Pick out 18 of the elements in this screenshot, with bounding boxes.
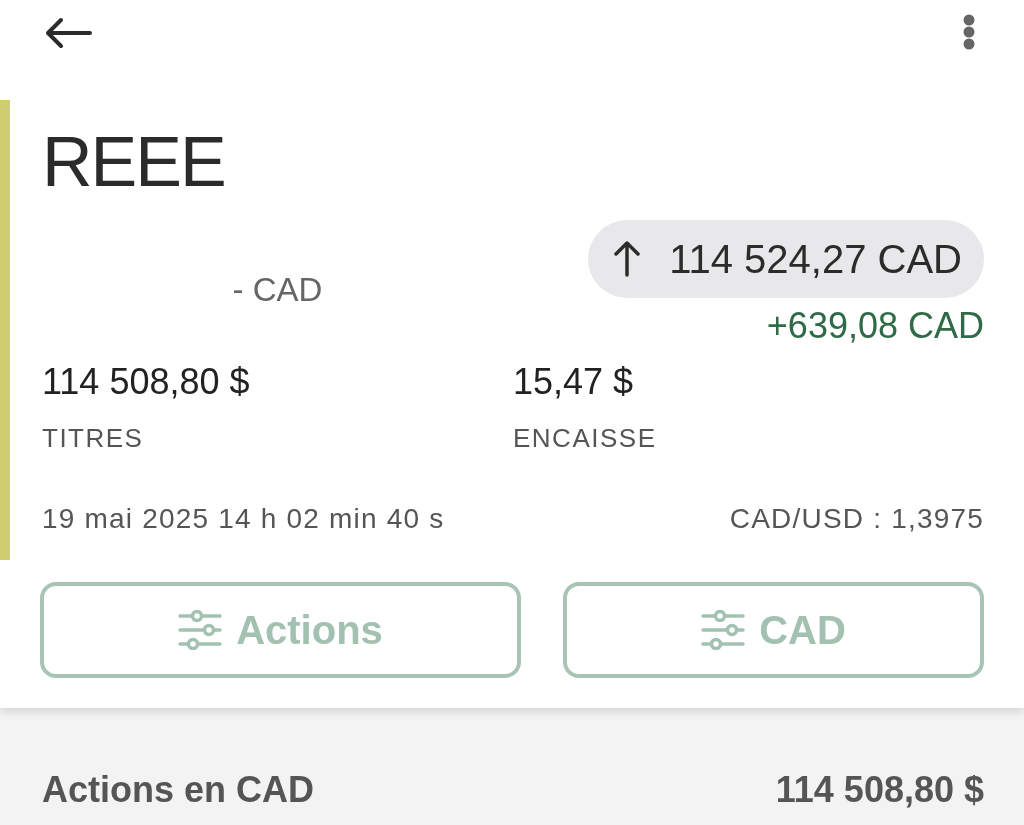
section-title: Actions en CAD (42, 768, 315, 812)
balance-label: ENCAISSE (513, 422, 657, 454)
account-title: REEE (42, 122, 225, 202)
timestamp: 19 mai 2025 14 h 02 min 40 s (42, 502, 445, 536)
balance-amount: 114 508,80 $ (42, 360, 250, 404)
gain-amount: +639,08 CAD (766, 304, 984, 348)
change-amount: - CAD (232, 270, 323, 310)
exchange-rate: CAD/USD : 1,3975 (729, 502, 984, 536)
balance-amount: 15,47 $ (513, 360, 634, 404)
more-options-icon[interactable] (962, 13, 976, 51)
sliders-icon (701, 610, 746, 650)
filter-button[interactable]: Actions (40, 582, 521, 678)
sliders-icon (178, 610, 223, 650)
balance-label: TITRES (42, 422, 144, 454)
back-arrow-icon[interactable] (44, 17, 92, 49)
section-total: 114 508,80 $ (775, 768, 984, 812)
filter-button[interactable]: CAD (563, 582, 984, 678)
total-value: 114 524,27 CAD (669, 236, 962, 283)
